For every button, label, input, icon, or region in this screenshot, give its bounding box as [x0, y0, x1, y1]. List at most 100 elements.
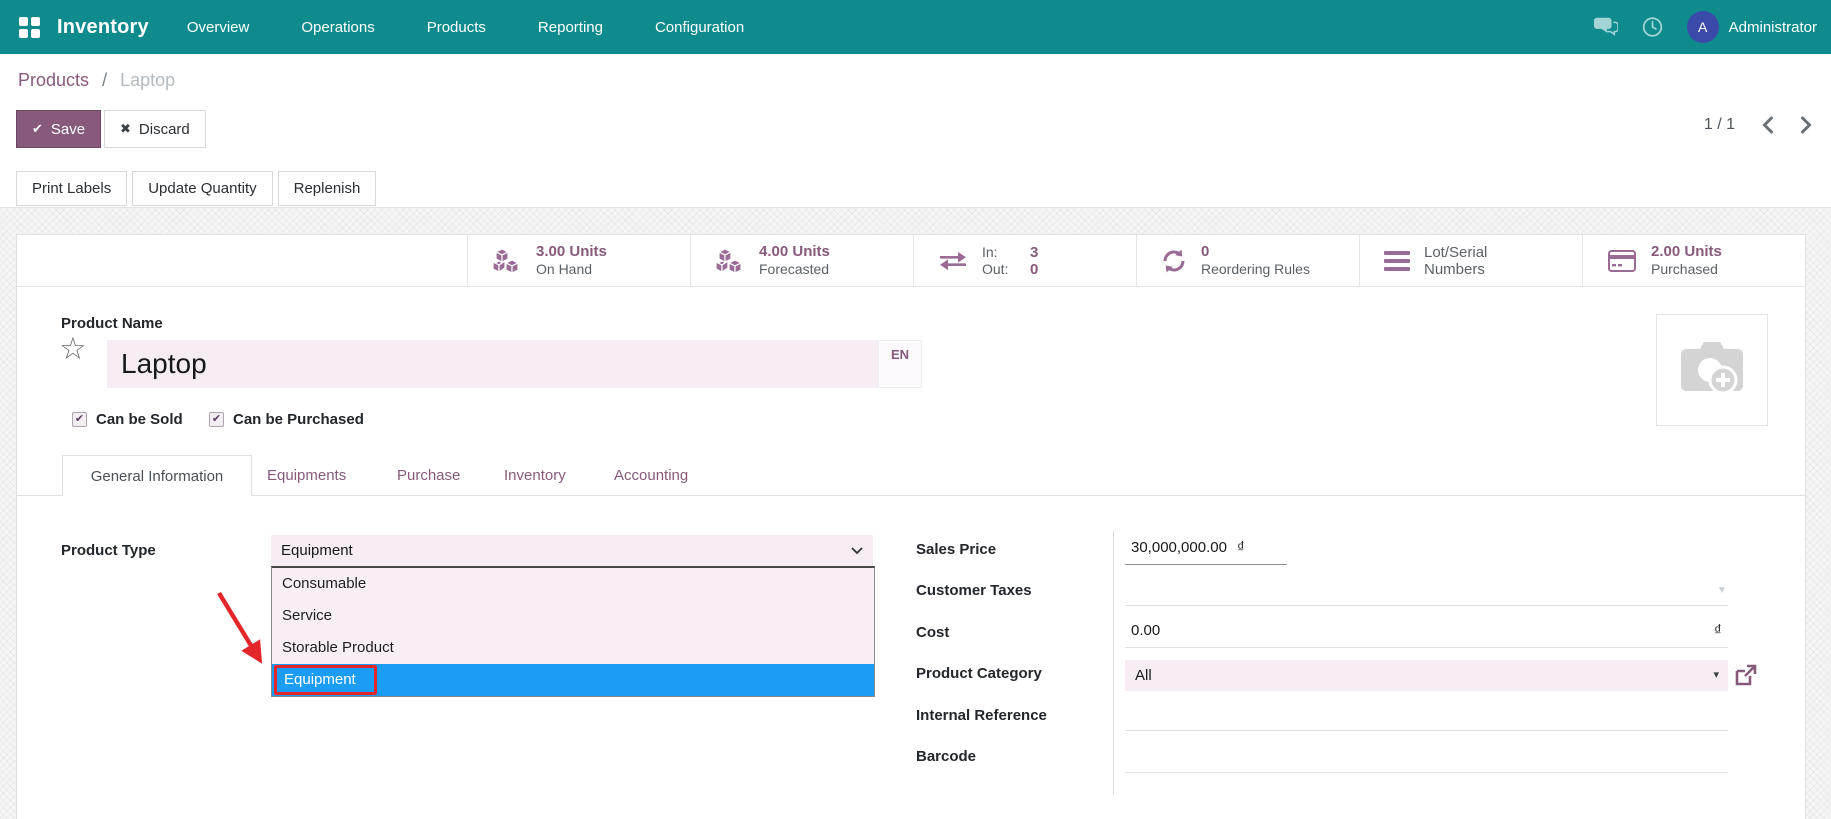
camera-add-icon: [1681, 342, 1743, 395]
taxes-caret-down-icon[interactable]: ▼: [1717, 585, 1727, 596]
out-label: Out:: [982, 260, 1009, 277]
tab-purchase[interactable]: Purchase: [397, 455, 460, 496]
breadcrumb-current: Laptop: [120, 70, 176, 90]
chevron-down-icon: [851, 547, 863, 555]
user-menu[interactable]: Administrator: [1729, 19, 1817, 36]
stat-button-reordering-rules[interactable]: 0 Reordering Rules: [1136, 235, 1359, 286]
product-image-upload[interactable]: [1656, 314, 1768, 426]
stat-value: 4.00 Units: [759, 243, 830, 260]
sales-price-underline: [1125, 564, 1287, 565]
replenish-button[interactable]: Replenish: [277, 171, 377, 206]
tab-general-information[interactable]: General Information: [62, 455, 252, 496]
customer-taxes-label: Customer Taxes: [916, 582, 1032, 599]
cost-currency: ₫: [1714, 622, 1722, 639]
refresh-icon: [1163, 249, 1185, 272]
stat-label: Forecasted: [759, 261, 830, 277]
barcode-underline: [1125, 772, 1728, 773]
internal-reference-underline: [1125, 730, 1728, 731]
cubes-icon: [715, 247, 743, 274]
stat-button-on-hand[interactable]: 3.00 Units On Hand: [467, 235, 690, 286]
product-name-label: Product Name: [61, 315, 163, 332]
category-caret-down-icon: ▾: [1713, 669, 1719, 681]
close-icon: ✖: [120, 121, 131, 136]
discard-button[interactable]: ✖ Discard: [104, 110, 206, 148]
apps-menu-icon[interactable]: [19, 16, 40, 38]
save-button[interactable]: ✔ Save: [16, 110, 102, 148]
control-panel: Products / Laptop ✔ Save ✖ Discard 1 / 1…: [0, 54, 1831, 208]
menu-operations[interactable]: Operations: [301, 19, 374, 36]
product-type-label: Product Type: [61, 542, 156, 559]
favorite-star-icon[interactable]: ☆: [59, 333, 87, 364]
stat-value: 0: [1201, 243, 1210, 260]
stat-button-forecasted[interactable]: 4.00 Units Forecasted: [690, 235, 913, 286]
app-name[interactable]: Inventory: [57, 16, 149, 39]
stat-button-in-out[interactable]: In: 3 Out: 0: [913, 235, 1136, 286]
activities-clock-icon[interactable]: [1642, 16, 1663, 38]
tab-equipments[interactable]: Equipments: [267, 455, 346, 496]
breadcrumb: Products / Laptop: [18, 70, 175, 91]
stat-label: Lot/Serial: [1424, 243, 1488, 261]
option-equipment[interactable]: Equipment: [272, 664, 874, 696]
product-name-input[interactable]: Laptop: [107, 340, 878, 388]
product-category-label: Product Category: [916, 665, 1042, 682]
can-be-sold-checkbox[interactable]: ✔ Can be Sold: [72, 411, 183, 428]
update-quantity-button[interactable]: Update Quantity: [132, 171, 273, 206]
tab-accounting[interactable]: Accounting: [614, 455, 688, 496]
stat-label: On Hand: [536, 261, 593, 277]
column-separator: [1113, 531, 1114, 795]
barcode-label: Barcode: [916, 748, 977, 765]
credit-card-icon: [1608, 249, 1636, 272]
stat-value: 3.00 Units: [536, 243, 607, 260]
check-icon: ✔: [32, 121, 43, 136]
annotation-arrow: [217, 591, 263, 664]
cubes-icon: [492, 247, 520, 274]
stat-button-strip: 3.00 Units On Hand 4.00 Units Forecasted: [17, 235, 1805, 287]
tab-inventory[interactable]: Inventory: [504, 455, 566, 496]
translation-badge[interactable]: EN: [878, 340, 922, 388]
option-storable-product[interactable]: Storable Product: [272, 632, 874, 664]
internal-reference-label: Internal Reference: [916, 707, 1047, 724]
external-link-icon[interactable]: [1734, 663, 1758, 687]
pager: 1 / 1: [1704, 116, 1813, 134]
cost-value[interactable]: 0.00: [1131, 622, 1160, 639]
option-service[interactable]: Service: [272, 600, 874, 632]
stat-label: Purchased: [1651, 261, 1718, 277]
cost-label: Cost: [916, 624, 950, 641]
can-be-purchased-checkbox[interactable]: ✔ Can be Purchased: [209, 411, 364, 428]
list-icon: [1384, 250, 1410, 271]
user-avatar[interactable]: A: [1686, 11, 1719, 43]
top-navbar: Inventory Overview Operations Products R…: [0, 0, 1831, 54]
pager-next-icon[interactable]: [1800, 116, 1813, 134]
customer-taxes-underline: [1125, 605, 1728, 606]
main-menu: Overview Operations Products Reporting C…: [187, 19, 744, 36]
in-value: 3: [1030, 243, 1039, 261]
in-label: In:: [982, 243, 998, 260]
stat-label: Numbers: [1424, 260, 1485, 278]
navbar-right: A Administrator: [1593, 11, 1831, 43]
transfer-arrows-icon: [940, 251, 966, 270]
print-labels-button[interactable]: Print Labels: [16, 171, 128, 206]
sales-price-label: Sales Price: [916, 541, 997, 558]
product-category-field[interactable]: All ▾: [1125, 660, 1728, 691]
stat-button-purchased[interactable]: 2.00 Units Purchased: [1582, 235, 1805, 286]
menu-configuration[interactable]: Configuration: [655, 19, 744, 36]
messages-icon[interactable]: [1593, 16, 1618, 38]
action-buttons-row: Print Labels Update Quantity Replenish: [16, 171, 377, 206]
stat-button-lot-serial[interactable]: Lot/Serial Numbers: [1359, 235, 1582, 286]
cost-underline: [1125, 647, 1728, 648]
sales-price-value[interactable]: 30,000,000.00 ₫: [1131, 539, 1245, 556]
pager-previous-icon[interactable]: [1761, 116, 1774, 134]
menu-overview[interactable]: Overview: [187, 19, 250, 36]
breadcrumb-products[interactable]: Products: [18, 70, 89, 90]
checkbox-check-icon: ✔: [72, 412, 87, 427]
menu-products[interactable]: Products: [427, 19, 486, 36]
option-consumable[interactable]: Consumable: [272, 568, 874, 600]
notebook-tabs: General Information Equipments Purchase …: [17, 455, 1805, 496]
form-sheet: 3.00 Units On Hand 4.00 Units Forecasted: [16, 234, 1806, 819]
product-type-select[interactable]: Equipment: [271, 535, 873, 566]
checkbox-check-icon: ✔: [209, 412, 224, 427]
annotation-highlight-box: Equipment: [274, 665, 377, 695]
menu-reporting[interactable]: Reporting: [538, 19, 603, 36]
currency-symbol: ₫: [1236, 539, 1245, 556]
content-background: 3.00 Units On Hand 4.00 Units Forecasted: [0, 208, 1831, 819]
